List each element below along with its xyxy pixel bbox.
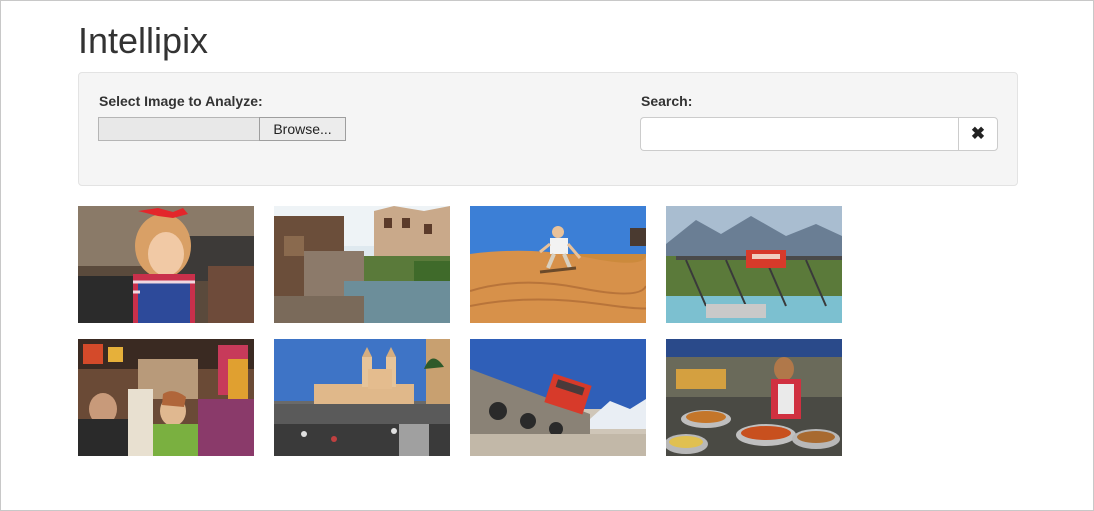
- file-name-display[interactable]: [98, 117, 259, 141]
- photo-crowded-market-street: [78, 339, 254, 456]
- photo-red-train-bridge: [666, 206, 842, 323]
- gallery-thumbnail-canal-village[interactable]: [274, 206, 450, 323]
- search-input[interactable]: [640, 117, 959, 151]
- photo-food-market-vendor: [666, 339, 842, 456]
- gallery-thumbnail-crowded-market-street[interactable]: [78, 339, 254, 456]
- upload-label: Select Image to Analyze:: [99, 93, 263, 109]
- gallery-thumbnail-church-steps[interactable]: [274, 339, 450, 456]
- app-title: Intellipix: [78, 20, 209, 61]
- gallery-thumbnail-girl-red-bow[interactable]: [78, 206, 254, 323]
- photo-canal-village: [274, 206, 450, 323]
- photo-girl-red-bow: [78, 206, 254, 323]
- photo-mountain-railway: [470, 339, 646, 456]
- controls-panel: Select Image to Analyze: Browse... Searc…: [78, 72, 1018, 186]
- clear-search-button[interactable]: ✖: [958, 117, 998, 151]
- gallery-thumbnail-red-train-bridge[interactable]: [666, 206, 842, 323]
- search-label: Search:: [641, 93, 693, 109]
- photo-desert-sandboarder: [470, 206, 646, 323]
- browse-button[interactable]: Browse...: [259, 117, 346, 141]
- photo-church-steps: [274, 339, 450, 456]
- gallery-thumbnail-mountain-railway[interactable]: [470, 339, 646, 456]
- gallery-thumbnail-food-market-vendor[interactable]: [666, 339, 842, 456]
- times-icon: ✖: [970, 124, 986, 143]
- gallery-thumbnail-desert-sandboarder[interactable]: [470, 206, 646, 323]
